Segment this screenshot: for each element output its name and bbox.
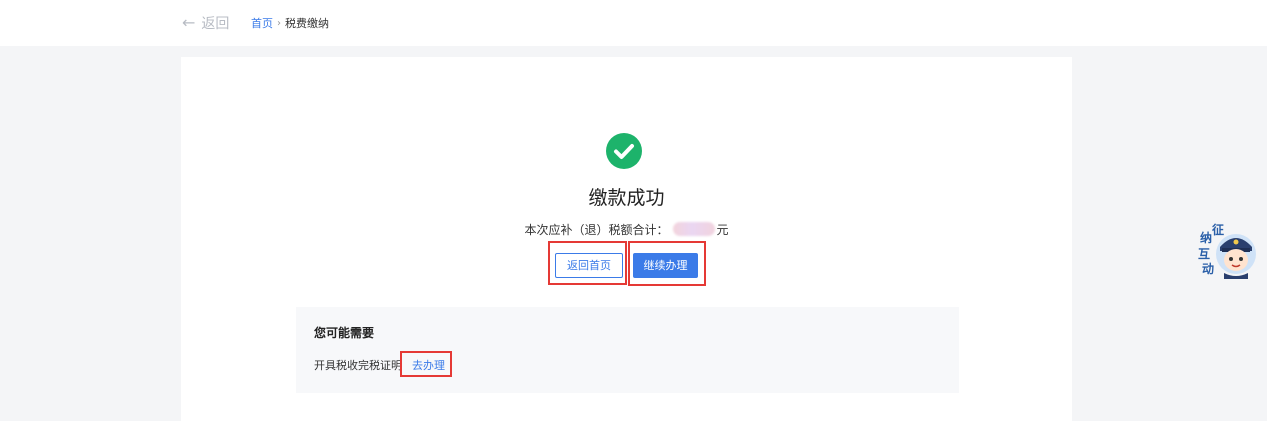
go-handle-link[interactable]: 去办理 — [412, 357, 445, 373]
assistant-widget[interactable]: 纳 征 互 动 — [1198, 221, 1258, 279]
top-bar: ← 返回 首页 › 税费缴纳 — [0, 0, 1267, 46]
suggestion-item: 开具税收完税证明 去办理 — [314, 357, 445, 373]
breadcrumb-current: 税费缴纳 — [285, 17, 329, 30]
tax-summary: 本次应补（退）税额合计： 元 — [181, 220, 1072, 238]
assistant-char-2: 征 — [1212, 223, 1225, 237]
check-circle-icon — [606, 133, 642, 169]
assistant-char-1: 纳 — [1200, 231, 1213, 245]
breadcrumb-separator: › — [277, 17, 281, 29]
summary-label: 本次应补（退）税额合计： — [524, 222, 669, 237]
continue-button[interactable]: 继续办理 — [633, 253, 698, 278]
back-label: 返回 — [201, 16, 230, 32]
return-home-button[interactable]: 返回首页 — [555, 253, 623, 278]
arrow-left-icon: ← — [182, 13, 196, 32]
suggestions-title: 您可能需要 — [314, 326, 375, 340]
result-card: 缴款成功 本次应补（退）税额合计： 元 返回首页 继续办理 您可能需要 开具税收… — [181, 57, 1072, 421]
redacted-amount — [672, 222, 715, 236]
back-button[interactable]: ← 返回 — [182, 13, 229, 33]
suggestions-panel: 您可能需要 开具税收完税证明 去办理 — [296, 307, 959, 393]
assistant-char-4: 动 — [1202, 262, 1215, 276]
summary-unit: 元 — [716, 222, 729, 237]
suggestion-label: 开具税收完税证明 — [314, 359, 402, 372]
breadcrumb: 首页 › 税费缴纳 — [251, 15, 329, 31]
breadcrumb-home[interactable]: 首页 — [251, 15, 273, 31]
result-title: 缴款成功 — [588, 187, 665, 209]
